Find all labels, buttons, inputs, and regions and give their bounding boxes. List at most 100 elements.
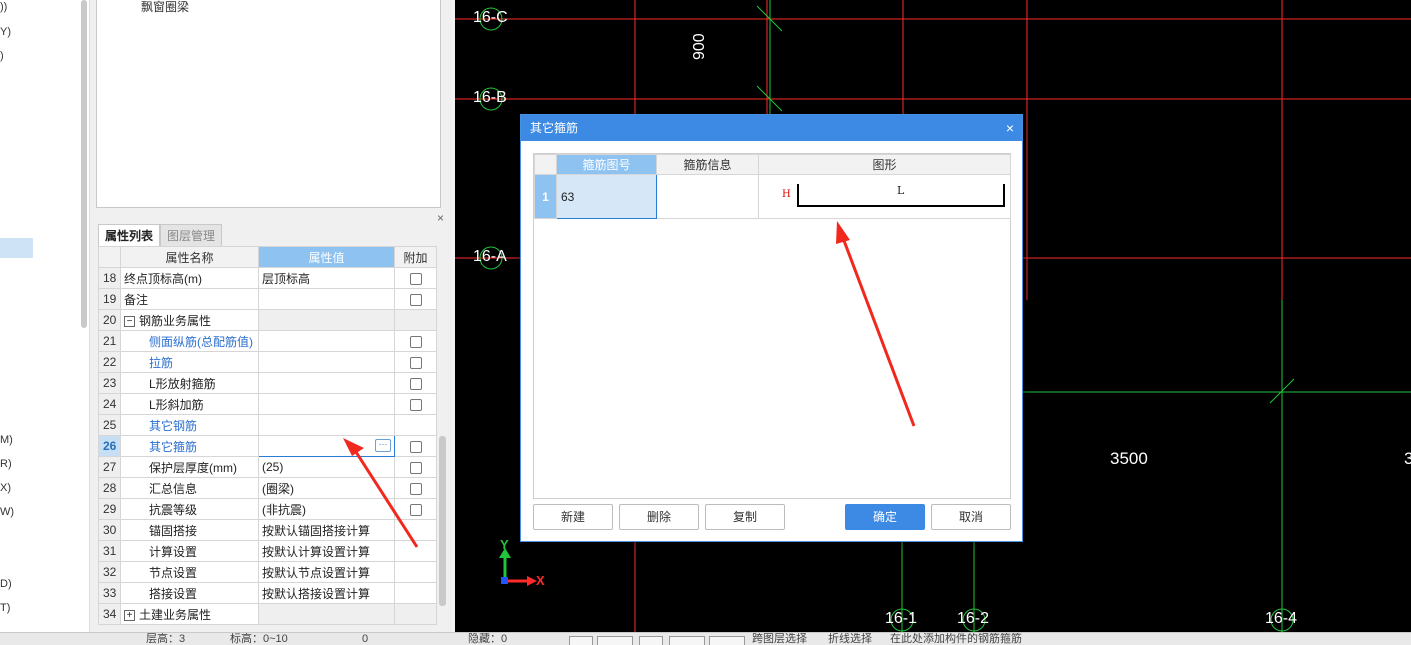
extra-checkbox[interactable] <box>409 272 422 285</box>
tree-item[interactable]: 飘窗圈梁 <box>141 0 189 15</box>
table-row[interactable]: 33 搭接设置 按默认搭接设置计算 <box>98 582 437 604</box>
table-row[interactable]: 30 锚固搭接 按默认锚固搭接计算 <box>98 519 437 541</box>
left-strip-scrollbar[interactable] <box>81 0 87 328</box>
new-button[interactable]: 新建 <box>533 504 613 530</box>
row-value[interactable]: 按默认计算设置计算 <box>258 540 395 562</box>
row-value[interactable] <box>258 330 395 352</box>
row-num: 27 <box>98 456 121 478</box>
stirrup-info-cell[interactable] <box>656 174 759 219</box>
cancel-button[interactable]: 取消 <box>931 504 1011 530</box>
row-name: 节点设置 <box>120 561 259 583</box>
table-row[interactable]: 27 保护层厚度(mm) (25) <box>98 456 437 478</box>
status-toggle-button[interactable] <box>569 636 593 645</box>
left-strip-label: X) <box>0 482 11 494</box>
property-table-scrollbar[interactable] <box>439 436 446 606</box>
table-row[interactable]: 25 其它钢筋 <box>98 414 437 436</box>
ucs-x-label: X <box>536 573 545 588</box>
dimension-900: 900 <box>691 33 708 60</box>
polyline-select-button[interactable]: 折线选择 <box>828 633 872 645</box>
shape-h-label: H <box>782 189 791 200</box>
row-value[interactable]: (非抗震) <box>258 498 395 520</box>
row-value[interactable] <box>258 351 395 373</box>
tab-property-list[interactable]: 属性列表 <box>98 224 161 246</box>
extra-checkbox[interactable] <box>409 356 422 369</box>
table-row[interactable]: 19 备注 <box>98 288 437 310</box>
table-row[interactable]: 1 63 H L <box>534 174 1011 219</box>
row-num: 25 <box>98 414 121 436</box>
axis-label-16-4: 16-4 <box>1265 610 1298 627</box>
row-value[interactable] <box>258 414 395 436</box>
extra-checkbox[interactable] <box>409 440 422 453</box>
table-row[interactable]: 18 终点顶标高(m) 层顶标高 <box>98 267 437 289</box>
copy-button[interactable]: 复制 <box>705 504 785 530</box>
row-num: 32 <box>98 561 121 583</box>
row-value[interactable]: (圈梁) <box>258 477 395 499</box>
status-hidden: 隐藏：0 <box>468 633 508 645</box>
panel-tabs: 属性列表 图层管理 <box>98 224 223 246</box>
collapse-icon[interactable]: − <box>124 315 135 327</box>
row-value[interactable] <box>258 393 395 415</box>
properties-panel: 飘窗圈梁 × 属性列表 图层管理 属性名称 属性值 附加 18 终点顶标高(m)… <box>90 0 452 632</box>
component-tree: 飘窗圈梁 <box>96 0 441 208</box>
row-name: 其它钢筋 <box>120 414 259 436</box>
dialog-title: 其它箍筋 <box>530 121 579 135</box>
row-name: 备注 <box>120 288 259 310</box>
row-value[interactable]: 层顶标高 <box>258 267 395 289</box>
row-value[interactable]: 按默认搭接设置计算 <box>258 582 395 604</box>
panel-close-icon[interactable]: × <box>437 211 444 225</box>
axis-label-16-a: 16-A <box>473 248 507 265</box>
extra-checkbox[interactable] <box>409 503 422 516</box>
table-row[interactable]: 28 汇总信息 (圈梁) <box>98 477 437 499</box>
property-table: 属性名称 属性值 附加 18 终点顶标高(m) 层顶标高 19 备注 20 − 钢… <box>98 246 437 625</box>
row-value[interactable]: 按默认锚固搭接计算 <box>258 519 395 541</box>
left-strip-label: )) <box>0 1 8 13</box>
status-toggle-button[interactable] <box>597 636 633 645</box>
stirrup-number-cell[interactable]: 63 <box>556 174 657 219</box>
extra-checkbox[interactable] <box>409 377 422 390</box>
row-value[interactable]: (25) <box>258 456 395 478</box>
row-value[interactable] <box>258 372 395 394</box>
ok-button[interactable]: 确定 <box>845 504 925 530</box>
status-toggle-button[interactable] <box>669 636 705 645</box>
table-row[interactable]: 21 侧面纵筋(总配筋值) <box>98 330 437 352</box>
table-row[interactable]: 23 L形放射箍筋 <box>98 372 437 394</box>
header-property-name: 属性名称 <box>120 246 259 268</box>
close-icon[interactable]: × <box>1006 115 1014 141</box>
cross-layer-select-button[interactable]: 跨图层选择 <box>752 633 807 645</box>
status-hint: 在此处添加构件的钢筋箍筋 <box>890 633 1022 645</box>
table-row[interactable]: 24 L形斜加筋 <box>98 393 437 415</box>
row-num: 34 <box>98 603 121 625</box>
shape-cell[interactable]: H L <box>758 174 1011 219</box>
extra-checkbox[interactable] <box>409 398 422 411</box>
axis-label-16-2: 16-2 <box>957 610 990 627</box>
tab-layer-manager[interactable]: 图层管理 <box>160 224 223 246</box>
row-value[interactable] <box>258 288 395 310</box>
row-name: 抗震等级 <box>120 498 259 520</box>
row-num: 24 <box>98 393 121 415</box>
left-strip-selected-item[interactable] <box>0 238 33 258</box>
axis-label-16-c: 16-C <box>473 9 508 26</box>
row-value[interactable]: 按默认节点设置计算 <box>258 561 395 583</box>
table-row[interactable]: 22 拉筋 <box>98 351 437 373</box>
extra-checkbox[interactable] <box>409 293 422 306</box>
extra-checkbox[interactable] <box>409 461 422 474</box>
status-floor-height: 层高：3 <box>146 633 186 645</box>
table-row-selected[interactable]: 26 其它箍筋 ··· <box>98 435 437 457</box>
header-stirrup-number: 箍筋图号 <box>556 154 657 175</box>
table-row[interactable]: 32 节点设置 按默认节点设置计算 <box>98 561 437 583</box>
axis-label-16-b: 16-B <box>473 89 507 106</box>
status-toggle-button[interactable] <box>709 636 745 645</box>
table-row[interactable]: 20 − 钢筋业务属性 <box>98 309 437 331</box>
extra-checkbox[interactable] <box>409 335 422 348</box>
table-row[interactable]: 29 抗震等级 (非抗震) <box>98 498 437 520</box>
table-row[interactable]: 31 计算设置 按默认计算设置计算 <box>98 540 437 562</box>
delete-button[interactable]: 删除 <box>619 504 699 530</box>
row-value-editing[interactable]: ··· <box>258 435 395 457</box>
status-toggle-button[interactable] <box>639 636 663 645</box>
extra-checkbox[interactable] <box>409 482 422 495</box>
row-num: 33 <box>98 582 121 604</box>
row-name: 计算设置 <box>120 540 259 562</box>
more-options-button[interactable]: ··· <box>375 439 391 452</box>
table-row[interactable]: 34 + 土建业务属性 <box>98 603 437 625</box>
expand-icon[interactable]: + <box>124 609 135 621</box>
